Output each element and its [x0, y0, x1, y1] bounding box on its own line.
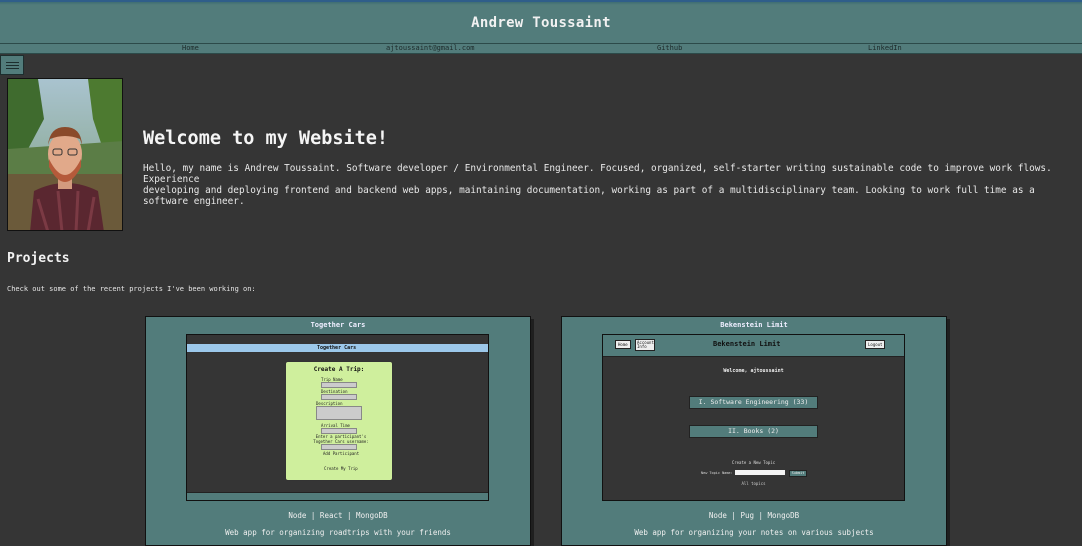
preview-topic: II. Books (2)	[689, 425, 818, 438]
preview-app-title: Bekenstein Limit	[713, 340, 781, 348]
preview-topic: I. Software Engineering (33)	[689, 396, 818, 409]
portrait-image	[8, 79, 122, 230]
hamburger-menu-button[interactable]	[0, 55, 24, 75]
project-title: Together Cars	[310, 321, 366, 329]
bio-text: Hello, my name is Andrew Toussaint. Soft…	[143, 163, 1078, 207]
preview-logout-button: Logout	[865, 340, 886, 349]
site-header: Andrew Toussaint	[0, 0, 1082, 43]
hamburger-line	[6, 68, 19, 69]
project-title: Bekenstein Limit	[720, 321, 788, 329]
preview-welcome: Welcome, ajtoussaint	[723, 368, 784, 374]
welcome-heading: Welcome to my Website!	[143, 128, 389, 149]
project-preview-bekenstein-limit[interactable]: Home Account Info Bekenstein Limit Logou…	[602, 334, 905, 501]
projects-intro: Check out some of the recent projects I'…	[7, 285, 256, 293]
project-tech-stack: Node | React | MongoDB	[288, 511, 388, 520]
nav-home-link[interactable]: Home	[182, 44, 199, 53]
preview-navbar: Together Cars	[187, 344, 488, 353]
preview-submit-button: Create My Trip	[324, 466, 358, 471]
project-description: Web app for organizing your notes on var…	[634, 528, 874, 537]
preview-home-button: Home	[615, 340, 631, 349]
preview-new-topic-label: New Topic Name:	[701, 471, 733, 475]
preview-form-title: Create A Trip:	[313, 366, 365, 373]
preview-trip-form: Create A Trip: Trip Name Destination Des…	[285, 361, 393, 481]
preview-friends-text: Enter a participant's Together Cars user…	[313, 434, 369, 444]
project-card-bekenstein-limit[interactable]: Bekenstein Limit Home Account Info Beken…	[561, 316, 947, 546]
bio-line-2: developing and deploying frontend and ba…	[143, 185, 1035, 207]
preview-account-button: Account Info	[635, 339, 655, 351]
profile-photo	[7, 78, 123, 231]
nav-linkedin-link[interactable]: LinkedIn	[868, 44, 902, 53]
preview-new-topic-button: Submit	[789, 470, 807, 477]
bio-line-1: Hello, my name is Andrew Toussaint. Soft…	[143, 163, 1052, 185]
project-card-together-cars[interactable]: Together Cars Together Cars Create A Tri…	[145, 316, 531, 546]
nav-email-link[interactable]: ajtoussaint@gmail.com	[386, 44, 475, 53]
preview-app-title: Together Cars	[317, 345, 357, 351]
preview-navbar: Home Account Info Bekenstein Limit Logou…	[603, 335, 904, 357]
project-tech-stack: Node | Pug | MongoDB	[708, 511, 800, 520]
preview-all-topics: All topics	[741, 481, 766, 486]
preview-new-topic-heading: Create a New Topic	[731, 460, 776, 465]
site-title: Andrew Toussaint	[471, 14, 611, 31]
projects-heading: Projects	[7, 251, 70, 266]
preview-add-button: Add Participant	[323, 451, 360, 456]
project-preview-together-cars[interactable]: Together Cars Create A Trip: Trip Name D…	[186, 334, 489, 501]
hamburger-line	[6, 65, 19, 66]
nav-bar: Home ajtoussaint@gmail.com Github Linked…	[0, 43, 1082, 54]
hamburger-icon	[6, 62, 19, 63]
project-description: Web app for organizing roadtrips with yo…	[225, 528, 451, 537]
nav-github-link[interactable]: Github	[657, 44, 682, 53]
